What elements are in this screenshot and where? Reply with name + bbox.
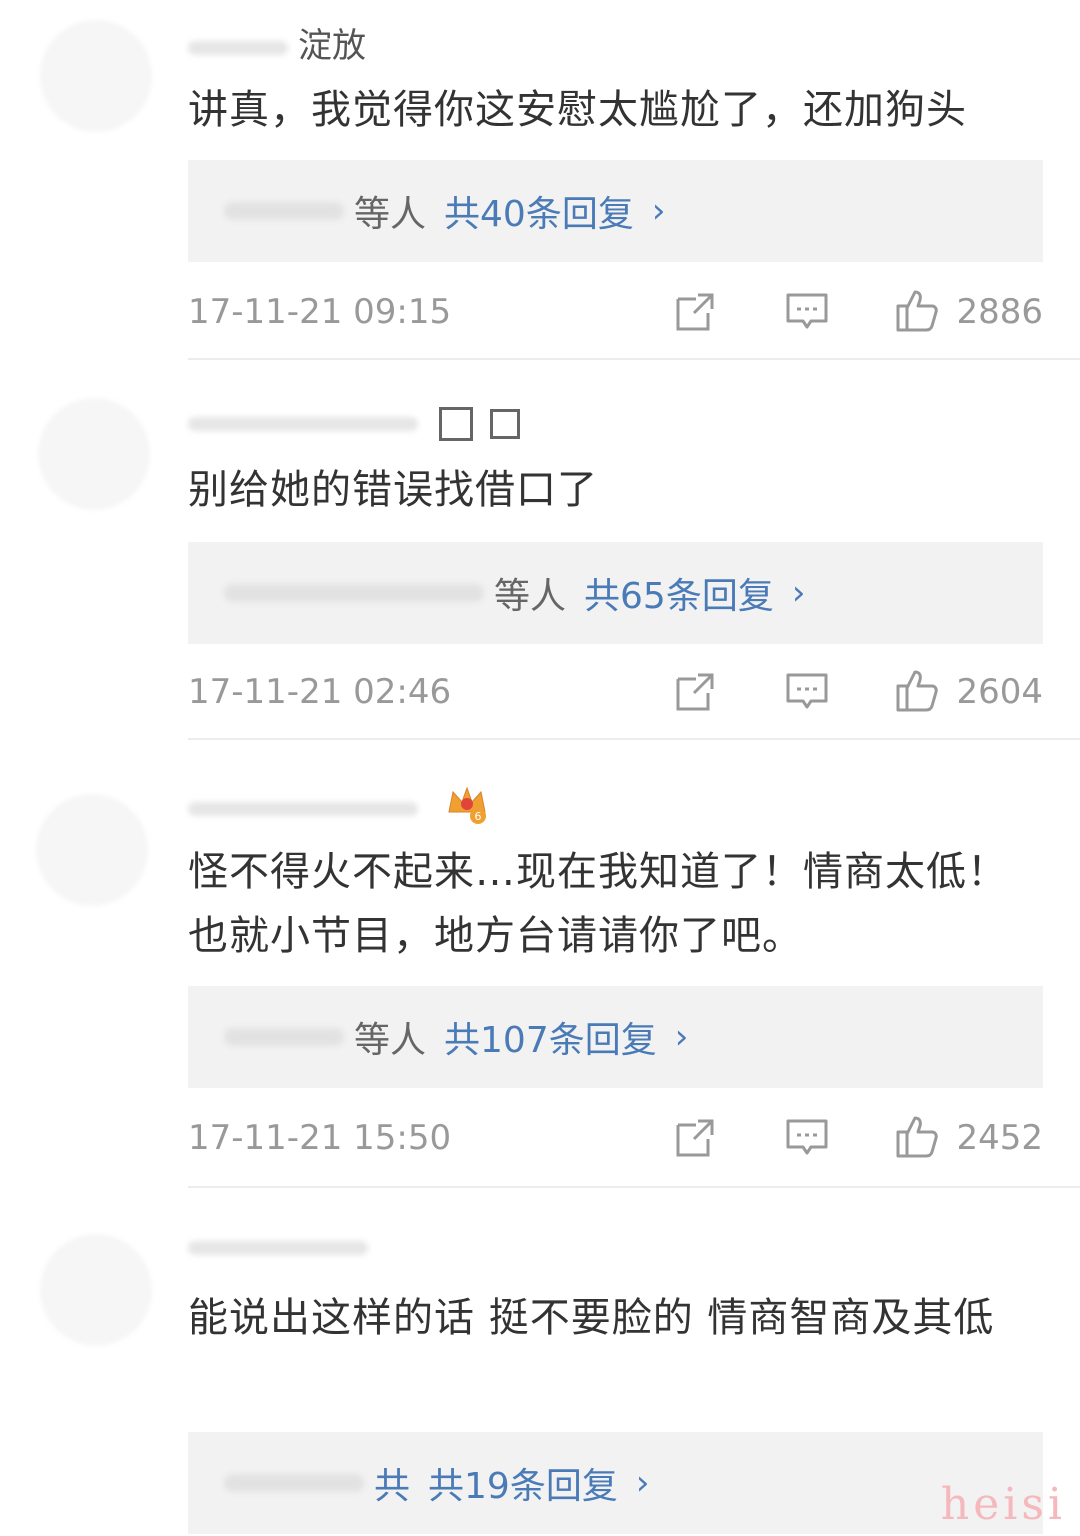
comment-item: 别给她的错误找借口了 等人 共65条回复 › 17-11-21 02:46 26… [0, 380, 1080, 740]
reply-count-link[interactable]: 共65条回复 [584, 567, 774, 619]
like-count: 2604 [956, 672, 1043, 712]
comment-meta: 17-11-21 15:50 2452 [188, 1108, 1043, 1168]
like-button[interactable]: 2886 [894, 286, 1043, 338]
replies-preview[interactable]: 共 共19条回复 › [188, 1432, 1043, 1534]
thumbs-up-icon [894, 666, 942, 718]
comment-text: 别给她的错误找借口了 [188, 467, 598, 513]
repost-icon[interactable] [670, 667, 720, 717]
thumbs-up-icon [894, 1112, 942, 1164]
avatar[interactable] [38, 398, 150, 510]
comment-text: 讲真，我觉得你这安慰太尴尬了，还加狗头 [188, 87, 967, 133]
timestamp: 17-11-21 02:46 [188, 672, 452, 712]
repost-icon[interactable] [670, 287, 720, 337]
replies-preview[interactable]: 等人 共40条回复 › [188, 160, 1043, 262]
redacted-name [224, 1474, 364, 1492]
chevron-right-icon: › [635, 1463, 650, 1503]
redacted-name [224, 1028, 344, 1046]
redacted-name [224, 202, 344, 220]
avatar[interactable] [36, 794, 148, 906]
username[interactable] [188, 1226, 378, 1266]
redacted-name [188, 40, 288, 55]
reply-authors: 共 [374, 1466, 411, 1507]
like-button[interactable]: 2452 [894, 1112, 1043, 1164]
watermark: heisi [940, 1479, 1066, 1530]
divider [188, 738, 1080, 740]
comment-icon[interactable] [782, 667, 832, 717]
comment-item: 淀放 讲真，我觉得你这安慰太尴尬了，还加狗头 等人 共40条回复 › 17-11… [0, 0, 1080, 360]
timestamp: 17-11-21 09:15 [188, 292, 452, 332]
redacted-name [188, 1240, 368, 1255]
redacted-name [188, 416, 418, 431]
divider [188, 358, 1080, 360]
reply-authors: 等人 [494, 576, 567, 617]
emoji-icon [438, 406, 473, 441]
like-count: 2452 [956, 1118, 1043, 1158]
vip-crown-icon: 6 [445, 782, 489, 835]
repost-icon[interactable] [670, 1113, 720, 1163]
comment-text: 怪不得火不起来…现在我知道了！情商太低！也就小节目，地方台请请你了吧。 [188, 849, 1008, 959]
like-count: 2886 [956, 292, 1043, 332]
comment-text: 能说出这样的话 挺不要脸的 情商智商及其低 [188, 1295, 995, 1341]
username[interactable]: 淀放 [188, 18, 366, 67]
comment-icon[interactable] [782, 287, 832, 337]
svg-text:6: 6 [474, 810, 481, 823]
comment-item: 能说出这样的话 挺不要脸的 情商智商及其低 共 共19条回复 › [0, 1206, 1080, 1536]
avatar[interactable] [40, 20, 152, 132]
replies-preview[interactable]: 等人 共65条回复 › [188, 542, 1043, 644]
redacted-name [188, 801, 418, 816]
comment-icon[interactable] [782, 1113, 832, 1163]
timestamp: 17-11-21 15:50 [188, 1118, 452, 1158]
chevron-right-icon: › [651, 191, 666, 231]
username[interactable] [188, 402, 520, 442]
thumbs-up-icon [894, 286, 942, 338]
chevron-right-icon: › [791, 573, 806, 613]
reply-count-link[interactable]: 共19条回复 [428, 1457, 618, 1509]
chevron-right-icon: › [674, 1017, 689, 1057]
comment-item: 6 怪不得火不起来…现在我知道了！情商太低！也就小节目，地方台请请你了吧。 等人… [0, 760, 1080, 1190]
emoji-icon [489, 408, 520, 439]
comment-meta: 17-11-21 02:46 2604 [188, 662, 1043, 722]
reply-count-link[interactable]: 共40条回复 [444, 185, 634, 237]
reply-authors: 等人 [354, 194, 427, 235]
redacted-name [224, 584, 484, 602]
replies-preview[interactable]: 等人 共107条回复 › [188, 986, 1043, 1088]
reply-count-link[interactable]: 共107条回复 [444, 1011, 657, 1063]
like-button[interactable]: 2604 [894, 666, 1043, 718]
comment-meta: 17-11-21 09:15 2886 [188, 282, 1043, 342]
username[interactable]: 6 [188, 782, 489, 835]
avatar[interactable] [40, 1234, 152, 1346]
divider [188, 1186, 1080, 1188]
reply-authors: 等人 [354, 1020, 427, 1061]
